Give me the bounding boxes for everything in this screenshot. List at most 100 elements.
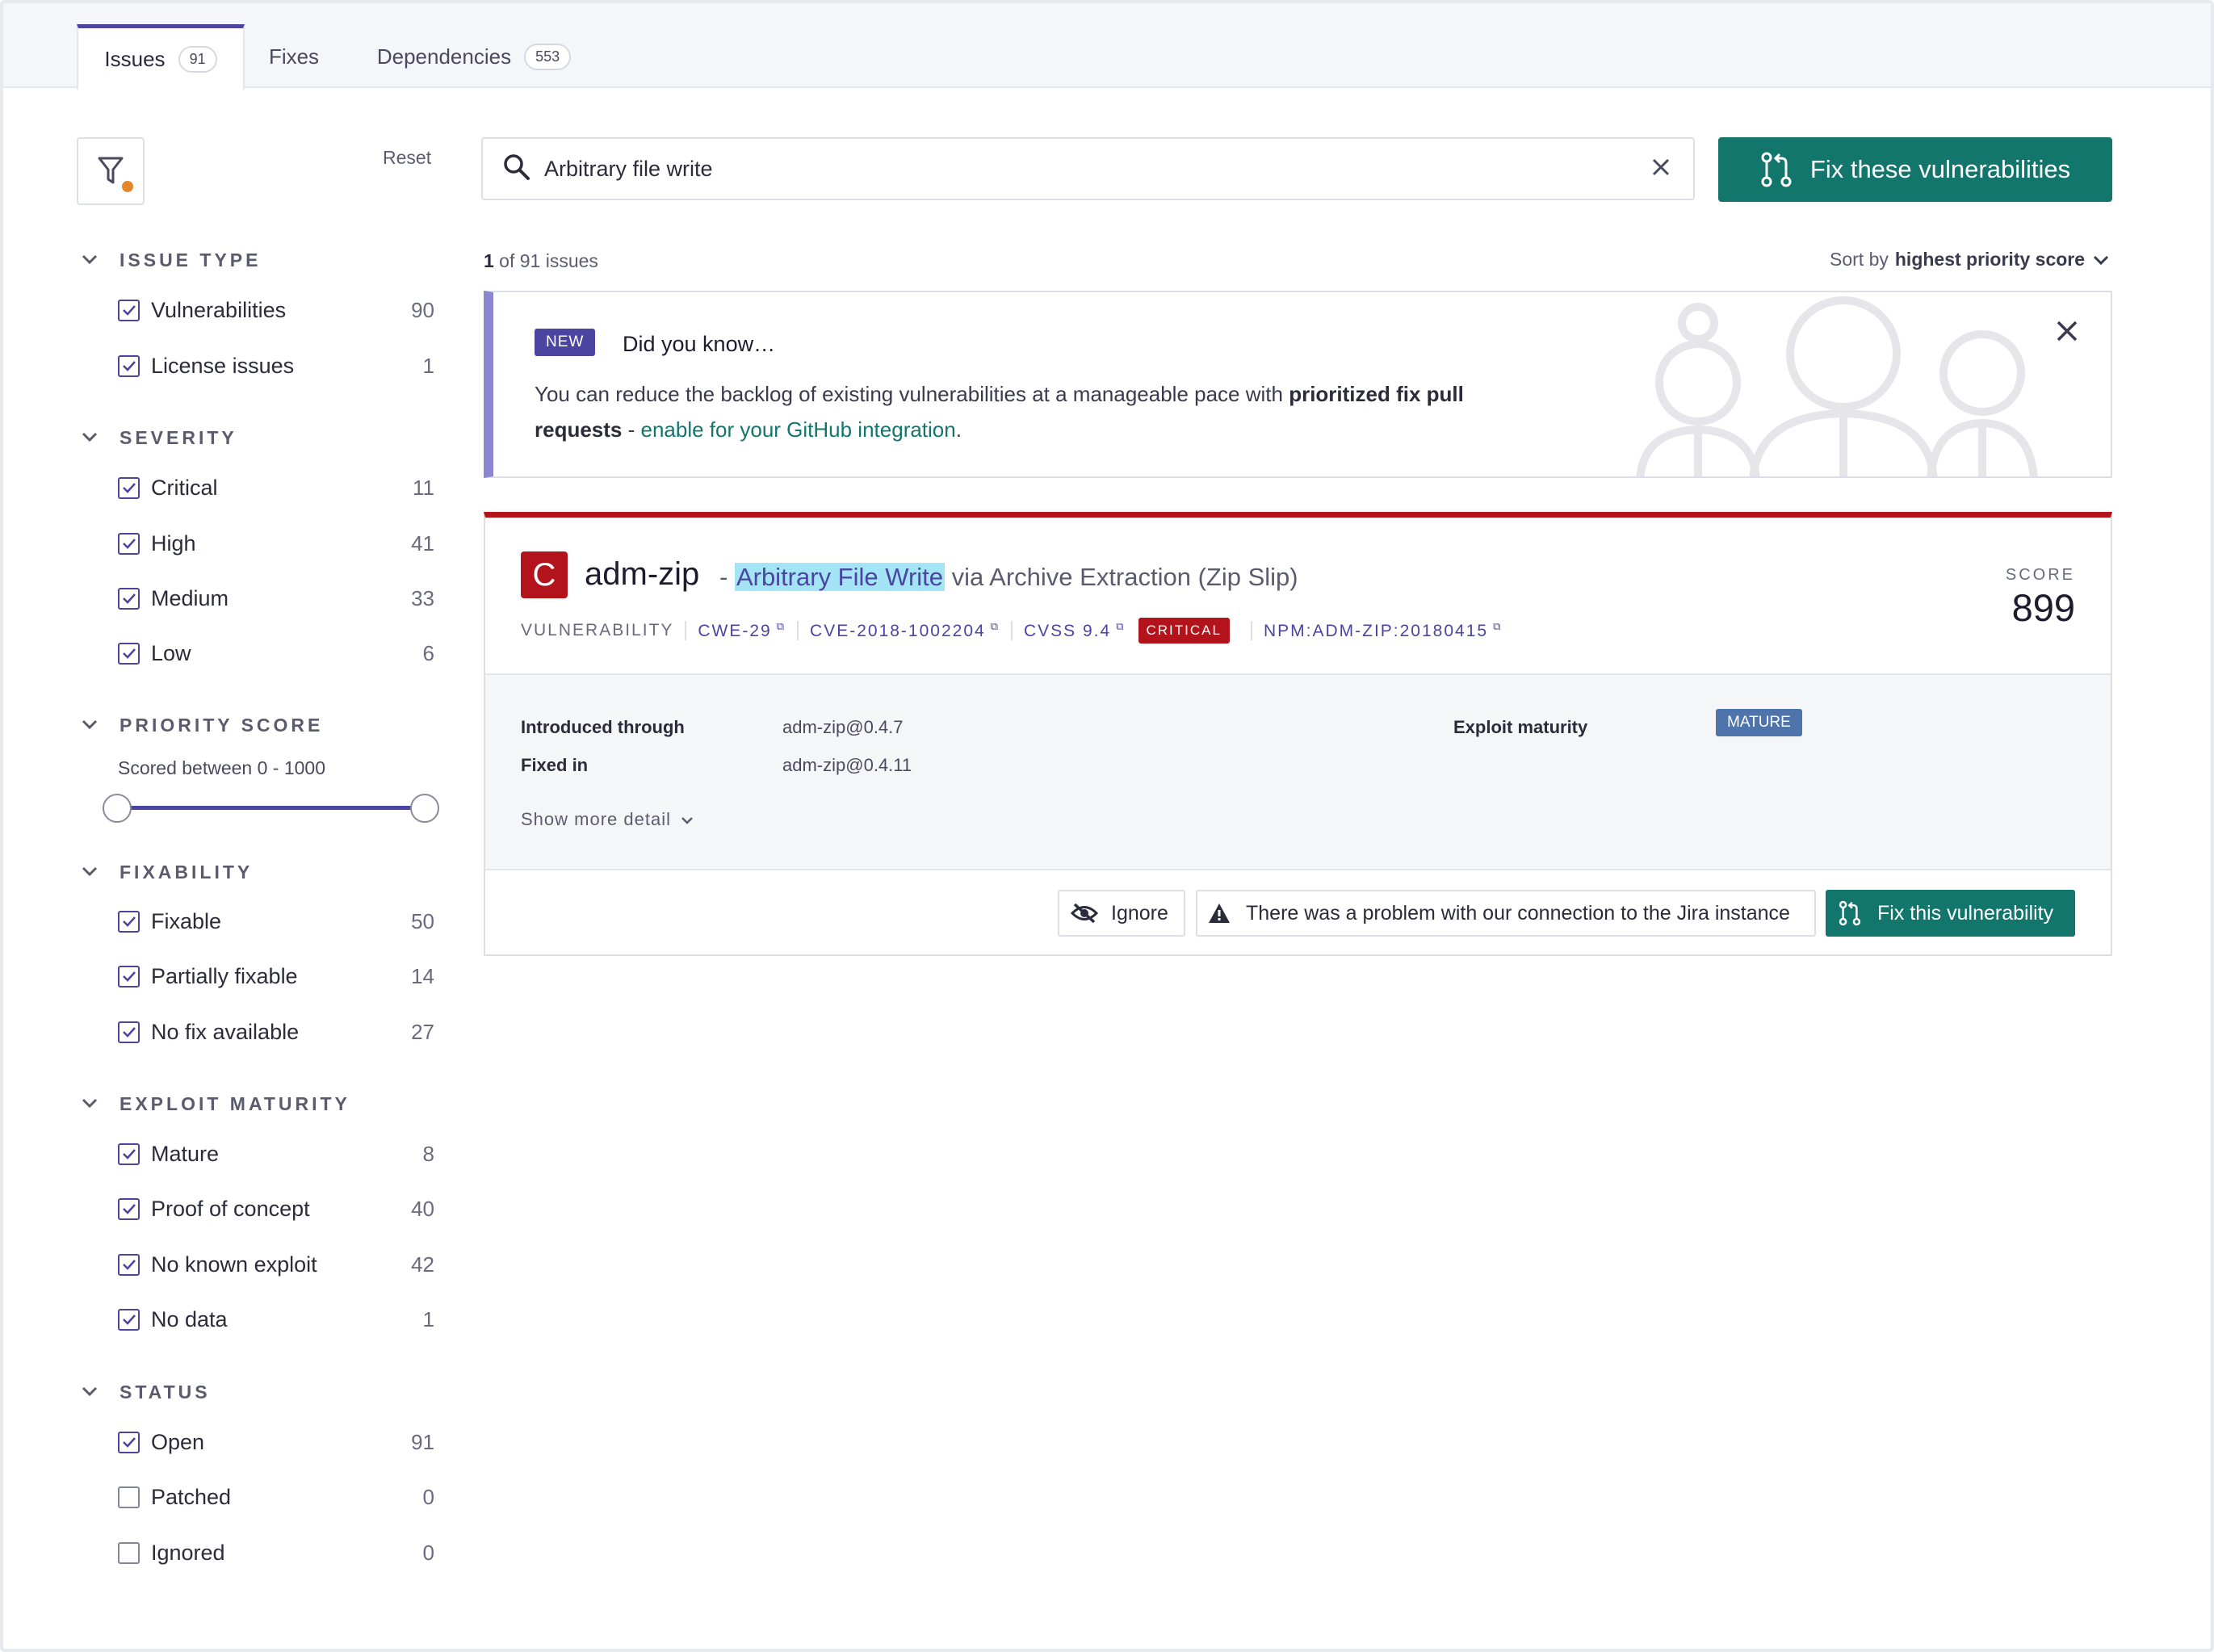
filter-label: Partially fixable	[151, 963, 298, 988]
fix-this-vulnerability-button[interactable]: Fix this vulnerability	[1826, 890, 2075, 937]
issue-title[interactable]: - Arbitrary File Write via Archive Extra…	[719, 563, 1298, 592]
checkbox-checked[interactable]	[118, 532, 140, 555]
issue-title-rest: via Archive Extraction (Zip Slip)	[945, 563, 1298, 591]
checkbox-checked[interactable]	[118, 354, 140, 377]
section-title: ISSUE TYPE	[120, 249, 262, 270]
sort-value: highest priority score	[1894, 249, 2086, 270]
checkbox-checked[interactable]	[118, 642, 140, 665]
filter-medium[interactable]: Medium 33	[118, 581, 434, 616]
filter-partially-fixable[interactable]: Partially fixable 14	[118, 958, 434, 994]
filter-no-fix-available[interactable]: No fix available 27	[118, 1014, 434, 1050]
fix-this-label: Fix this vulnerability	[1877, 901, 2054, 925]
checkbox-check-icon	[122, 305, 136, 316]
section-issue-type[interactable]: ISSUE TYPE	[81, 244, 261, 276]
new-badge: NEW	[535, 329, 596, 356]
tab-fixes-label: Fixes	[268, 44, 320, 69]
jira-connection-warning[interactable]: There was a problem with our connection …	[1196, 890, 1816, 937]
snyk-id: NPM:ADM-ZIP:20180415	[1263, 622, 1489, 640]
close-icon[interactable]	[1651, 157, 1671, 181]
enable-github-integration-link[interactable]: enable for your GitHub integration	[641, 417, 956, 442]
tab-dependencies-count: 553	[524, 44, 572, 70]
checkbox-checked[interactable]	[118, 1197, 140, 1220]
filter-toggle-button[interactable]	[77, 137, 145, 205]
filter-mature[interactable]: Mature 8	[118, 1136, 434, 1172]
introduced-value: adm-zip@0.4.7	[782, 717, 904, 737]
cvss-link[interactable]: CVSS 9.4 ⧉	[1024, 620, 1126, 641]
tab-dependencies[interactable]: Dependencies 553	[357, 24, 591, 90]
external-link-icon: ⧉	[1116, 620, 1126, 632]
filter-no-data[interactable]: No data 1	[118, 1302, 434, 1337]
filter-count: 42	[411, 1252, 434, 1277]
cve-link[interactable]: CVE-2018-1002204 ⧉	[810, 620, 1000, 641]
section-fixability[interactable]: FIXABILITY	[81, 856, 253, 888]
snyk-id-link[interactable]: NPM:ADM-ZIP:20180415 ⧉	[1264, 620, 1502, 641]
filter-fixable[interactable]: Fixable 50	[118, 904, 434, 939]
checkbox-checked[interactable]	[118, 476, 140, 499]
result-total: of 91 issues	[493, 250, 598, 271]
filter-critical[interactable]: Critical 11	[118, 470, 434, 505]
filter-label: Patched	[151, 1484, 232, 1509]
checkbox-check-icon	[122, 361, 136, 371]
close-icon[interactable]	[2056, 320, 2078, 346]
sort-dropdown[interactable]: Sort by highest priority score	[1830, 249, 2109, 270]
people-illustration	[1636, 296, 2038, 476]
filter-label: Fixable	[151, 908, 222, 933]
checkbox-checked[interactable]	[118, 587, 140, 610]
divider	[797, 621, 799, 640]
checkbox-check-icon	[122, 1437, 136, 1448]
pull-request-icon	[1839, 900, 1861, 926]
checkbox-checked[interactable]	[118, 1431, 140, 1453]
external-link-icon: ⧉	[1493, 620, 1503, 632]
filter-proof-of-concept[interactable]: Proof of concept 40	[118, 1191, 434, 1226]
show-more-detail-toggle[interactable]: Show more detail	[521, 809, 694, 830]
filter-no-known-exploit[interactable]: No known exploit 42	[118, 1247, 434, 1282]
tab-fixes[interactable]: Fixes	[254, 24, 334, 90]
divider	[1250, 621, 1252, 640]
issue-title-dash: -	[719, 563, 735, 591]
section-exploit-maturity[interactable]: EXPLOIT MATURITY	[81, 1088, 350, 1120]
eye-off-icon	[1071, 903, 1098, 924]
filter-low[interactable]: Low 6	[118, 635, 434, 671]
fix-all-vulnerabilities-button[interactable]: Fix these vulnerabilities	[1718, 137, 2112, 202]
warning-icon	[1209, 904, 1230, 923]
checkbox-checked[interactable]	[118, 1308, 140, 1331]
priority-score-min-handle[interactable]	[103, 794, 132, 823]
priority-score-slider-track[interactable]	[118, 806, 426, 810]
filter-label: Medium	[151, 585, 229, 610]
checkbox-check-icon	[122, 1204, 136, 1214]
banner-text-end: .	[955, 417, 962, 442]
tab-dependencies-label: Dependencies	[376, 44, 512, 69]
filter-count: 90	[411, 297, 434, 322]
chevron-down-icon	[81, 863, 100, 882]
filter-high[interactable]: High 41	[118, 526, 434, 561]
filter-vulnerabilities[interactable]: Vulnerabilities 90	[118, 292, 434, 328]
filter-patched[interactable]: Patched 0	[118, 1479, 434, 1515]
ignore-button[interactable]: Ignore	[1058, 890, 1185, 937]
checkbox-checked[interactable]	[118, 965, 140, 987]
filter-ignored[interactable]: Ignored 0	[118, 1535, 434, 1570]
section-priority-score[interactable]: PRIORITY SCORE	[81, 709, 323, 741]
checkbox-unchecked[interactable]	[118, 1541, 140, 1564]
filter-open[interactable]: Open 91	[118, 1424, 434, 1460]
search-input[interactable]	[544, 156, 1651, 182]
tab-issues[interactable]: Issues 91	[77, 24, 245, 90]
chevron-down-icon	[81, 1095, 100, 1113]
checkbox-unchecked[interactable]	[118, 1486, 140, 1508]
filter-label: Critical	[151, 475, 218, 500]
section-status[interactable]: STATUS	[81, 1376, 211, 1408]
checkbox-checked[interactable]	[118, 1021, 140, 1043]
filter-license-issues[interactable]: License issues 1	[118, 348, 434, 384]
reset-filters-link[interactable]: Reset	[383, 147, 431, 169]
checkbox-checked[interactable]	[118, 299, 140, 321]
checkbox-checked[interactable]	[118, 910, 140, 933]
package-name[interactable]: adm-zip	[585, 556, 699, 593]
filter-count: 11	[413, 475, 434, 500]
issue-card: C adm-zip - Arbitrary File Write via Arc…	[484, 512, 2112, 956]
filter-label: Mature	[151, 1141, 220, 1166]
section-severity[interactable]: SEVERITY	[81, 421, 237, 454]
checkbox-checked[interactable]	[118, 1143, 140, 1165]
banner-text-dash: -	[622, 417, 641, 442]
checkbox-checked[interactable]	[118, 1253, 140, 1276]
priority-score-max-handle[interactable]	[410, 794, 439, 823]
cwe-link[interactable]: CWE-29 ⧉	[698, 620, 786, 641]
